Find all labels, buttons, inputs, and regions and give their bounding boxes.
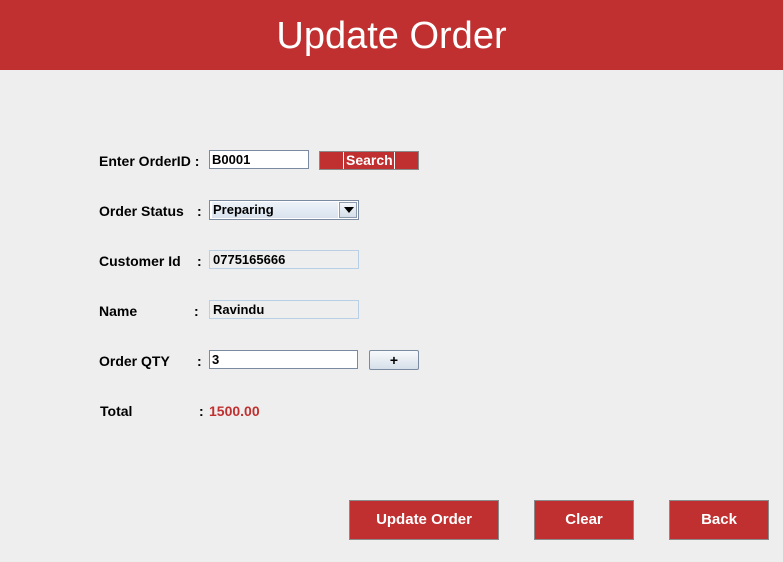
search-button[interactable]: Search [319,151,419,170]
name-field: Ravindu [209,300,359,319]
search-button-label: Search [343,152,395,169]
order-status-label: Order Status [99,203,184,219]
order-qty-label: Order QTY [99,353,170,369]
total-value: 1500.00 [209,403,260,419]
order-status-selected: Preparing [212,202,338,218]
total-label: Total [100,403,133,419]
back-button[interactable]: Back [669,500,769,540]
customer-id-field: 0775165666 [209,250,359,269]
order-status-colon: : [197,203,202,219]
name-label: Name [99,303,138,319]
customer-id-colon: : [197,253,202,269]
page-title: Update Order [0,0,783,70]
chevron-down-icon[interactable] [339,202,357,218]
order-id-input[interactable] [209,150,309,169]
order-qty-colon: : [197,353,202,369]
order-qty-input[interactable] [209,350,358,369]
order-status-select[interactable]: Preparing [209,200,359,220]
name-colon: : [194,303,199,319]
order-id-label: Enter OrderID : [99,153,200,169]
customer-id-label: Customer Id [99,253,181,269]
increment-qty-button[interactable]: + [369,350,419,370]
clear-button[interactable]: Clear [534,500,634,540]
total-colon: : [199,403,204,419]
update-order-button[interactable]: Update Order [349,500,499,540]
